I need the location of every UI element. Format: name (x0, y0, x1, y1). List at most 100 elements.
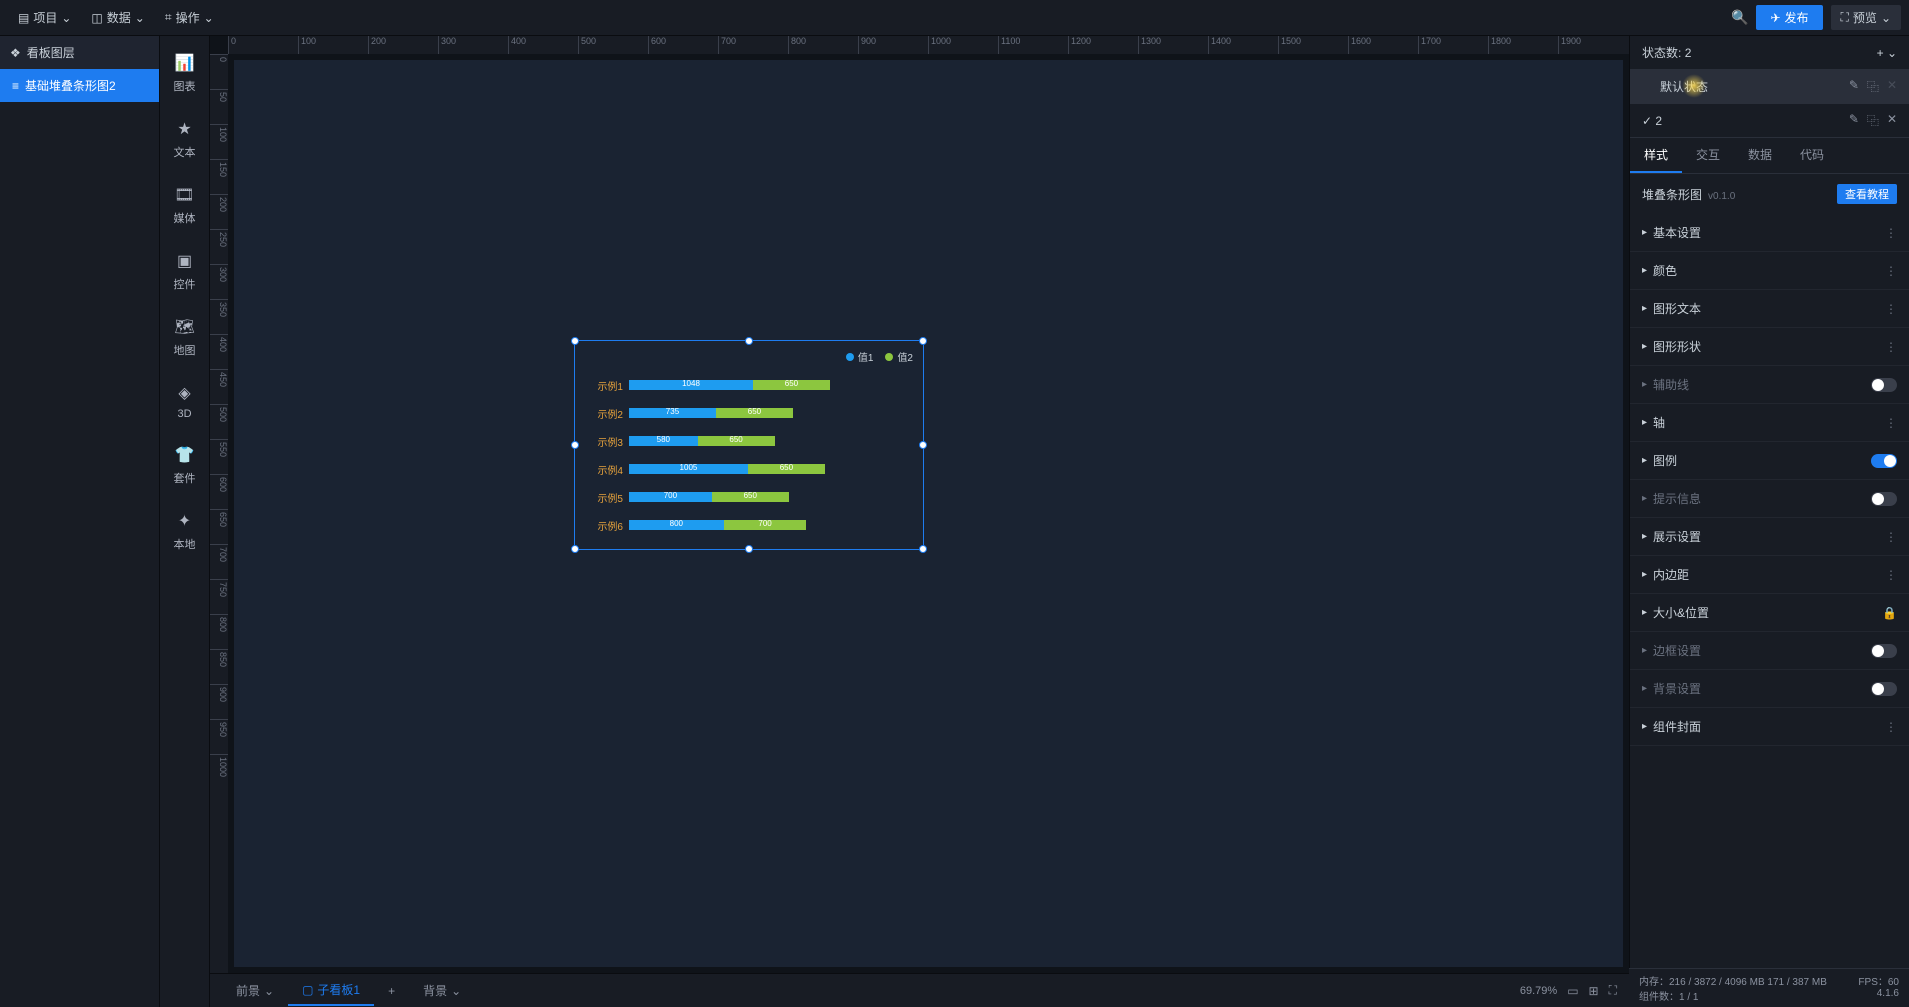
edit-icon[interactable]: ✎ (1849, 112, 1859, 129)
bar-segment: 800 (629, 520, 724, 530)
toggle-legend[interactable] (1871, 454, 1897, 468)
tab-code[interactable]: 代码 (1786, 138, 1838, 173)
edit-icon[interactable]: ✎ (1849, 78, 1859, 95)
section-padding[interactable]: ▸内边距⋮ (1630, 556, 1909, 594)
expand-icon: ⛶ (1841, 10, 1849, 25)
bar-row: 示例11048650 (585, 378, 913, 392)
bar-track: 735650 (629, 408, 913, 418)
resize-handle-tc[interactable] (745, 337, 753, 345)
section-basic[interactable]: ▸基本设置⋮ (1630, 214, 1909, 252)
bar-row: 示例6800 700 (585, 518, 913, 532)
resize-handle-bl[interactable] (571, 545, 579, 553)
search-icon[interactable]: 🔍 (1731, 9, 1748, 26)
drag-icon: ≡ (12, 79, 19, 93)
canvas-area: 0100200300400500600700800900100011001200… (210, 36, 1629, 1007)
section-cover[interactable]: ▸组件封面⋮ (1630, 708, 1909, 746)
section-text[interactable]: ▸图形文本⋮ (1630, 290, 1909, 328)
palette-map[interactable]: 🗺地图 (174, 316, 196, 358)
component-title-row: 堆叠条形图 v0.1.0 查看教程 (1630, 174, 1909, 214)
component-name: 堆叠条形图 (1642, 188, 1702, 202)
chevron-down-icon: ⌄ (135, 11, 145, 25)
chevron-down-icon: ⌄ (204, 11, 214, 25)
section-display[interactable]: ▸展示设置⋮ (1630, 518, 1909, 556)
section-guide[interactable]: ▸辅助线 (1630, 366, 1909, 404)
canvas[interactable]: 值1 值2 示例11048650示例2735650示例3580650示例4100… (234, 60, 1623, 967)
section-border[interactable]: ▸边框设置 (1630, 632, 1909, 670)
tab-data[interactable]: 数据 (1734, 138, 1786, 173)
section-background[interactable]: ▸背景设置 (1630, 670, 1909, 708)
bar-value: 700 (758, 519, 771, 528)
section-tooltip[interactable]: ▸提示信息 (1630, 480, 1909, 518)
resize-handle-tl[interactable] (571, 337, 579, 345)
bar-value: 580 (657, 435, 670, 444)
legend-swatch-2 (885, 353, 893, 361)
layer-item-stacked-bar[interactable]: ≡ 基础堆叠条形图2 (0, 69, 159, 102)
status-components: 组件数：1 / 1 (1639, 988, 1827, 1003)
component-version: v0.1.0 (1708, 191, 1735, 202)
state-2[interactable]: ✓ 2 ✎ ⿻ ✕ (1630, 104, 1909, 138)
chevron-down-icon[interactable]: ⌄ (1887, 46, 1897, 60)
palette-media[interactable]: 🎞媒体 (174, 184, 196, 226)
section-shape[interactable]: ▸图形形状⋮ (1630, 328, 1909, 366)
tutorial-button[interactable]: 查看教程 (1837, 184, 1897, 204)
resize-handle-tr[interactable] (919, 337, 927, 345)
resize-handle-br[interactable] (919, 545, 927, 553)
section-legend[interactable]: ▸图例 (1630, 442, 1909, 480)
plus-icon[interactable]: + (1877, 46, 1884, 60)
media-icon: 🎞 (174, 184, 196, 206)
bar-track: 580650 (629, 436, 913, 446)
status-bar: 内存：216 / 3872 / 4096 MB 171 / 387 MB 组件数… (1629, 968, 1909, 1007)
copy-icon[interactable]: ⿻ (1867, 112, 1879, 129)
section-size[interactable]: ▸大小&位置🔒 (1630, 594, 1909, 632)
property-tabs: 样式 交互 数据 代码 (1630, 138, 1909, 174)
bar-value: 1048 (682, 379, 700, 388)
fullscreen-icon[interactable]: ⛶ (1609, 983, 1617, 998)
preview-button[interactable]: ⛶ 预览 ⌄ (1831, 5, 1901, 30)
grid-toggle-icon[interactable]: ⊞ (1589, 984, 1599, 998)
menu-data-label: 数据 (107, 9, 131, 26)
toggle-guide[interactable] (1871, 378, 1897, 392)
section-axis[interactable]: ▸轴⋮ (1630, 404, 1909, 442)
bar-label: 示例3 (585, 434, 629, 449)
palette-3d[interactable]: ◈3D (174, 382, 196, 420)
bar-label: 示例6 (585, 518, 629, 533)
toggle-tooltip[interactable] (1871, 492, 1897, 506)
state-default[interactable]: 默认状态 ✎ ⿻ ✕ (1630, 70, 1909, 104)
lock-icon[interactable]: 🔒 (1882, 606, 1897, 620)
bar-segment: 700 (724, 520, 807, 530)
palette-chart[interactable]: 📊图表 (174, 52, 196, 94)
palette-control[interactable]: ▣控件 (174, 250, 196, 292)
bar-segment: 650 (716, 408, 793, 418)
tab-interact[interactable]: 交互 (1682, 138, 1734, 173)
resize-handle-mr[interactable] (919, 441, 927, 449)
close-icon[interactable]: ✕ (1887, 112, 1897, 129)
resize-handle-bc[interactable] (745, 545, 753, 553)
toggle-border[interactable] (1871, 644, 1897, 658)
tab-style[interactable]: 样式 (1630, 138, 1682, 173)
menu-project[interactable]: ▤ 项目 ⌄ (8, 5, 81, 30)
tab-subboard[interactable]: ▢子看板1 (288, 975, 374, 1006)
menu-operation[interactable]: ⌗ 操作 ⌄ (155, 5, 224, 30)
tab-foreground[interactable]: 前景⌄ (222, 976, 288, 1005)
publish-button[interactable]: ✈ 发布 (1756, 5, 1822, 30)
menu-data[interactable]: ◫ 数据 ⌄ (81, 5, 154, 30)
chart-icon: 📊 (174, 52, 196, 74)
bar-value: 650 (780, 463, 793, 472)
layer-item-label: 基础堆叠条形图2 (25, 77, 116, 94)
palette-text[interactable]: ★文本 (174, 118, 196, 160)
bar-label: 示例2 (585, 406, 629, 421)
palette-kit[interactable]: 👕套件 (174, 444, 196, 486)
resize-handle-ml[interactable] (571, 441, 579, 449)
close-icon[interactable]: ✕ (1887, 78, 1897, 95)
file-icon: ▤ (18, 11, 29, 25)
copy-icon[interactable]: ⿻ (1867, 78, 1879, 95)
palette-local[interactable]: ✦本地 (174, 510, 196, 552)
tab-background[interactable]: 背景⌄ (409, 976, 475, 1005)
chart-stacked-bar[interactable]: 值1 值2 示例11048650示例2735650示例3580650示例4100… (574, 340, 924, 550)
fit-icon[interactable]: ▭ (1567, 984, 1578, 998)
zoom-value: 69.79% (1520, 985, 1557, 997)
tab-add[interactable]: + (374, 978, 409, 1004)
kit-icon: 👕 (174, 444, 196, 466)
section-color[interactable]: ▸颜色⋮ (1630, 252, 1909, 290)
toggle-background[interactable] (1871, 682, 1897, 696)
